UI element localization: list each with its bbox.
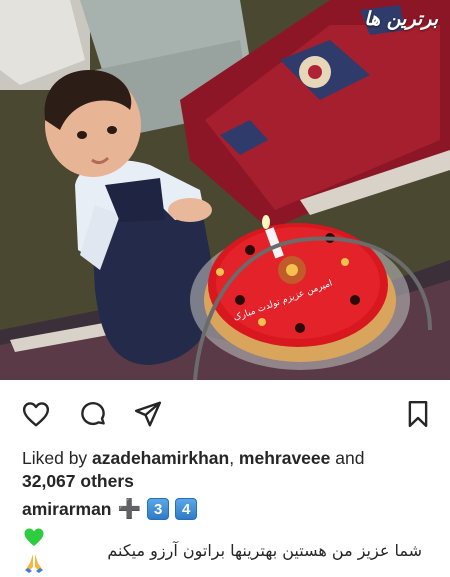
likes-others-count[interactable]: 32,067 others	[22, 471, 134, 491]
comment-button[interactable]	[75, 396, 111, 432]
photo-illustration	[0, 0, 450, 380]
like-button[interactable]	[18, 396, 54, 432]
comment-bubble-icon	[81, 401, 105, 426]
liker-username-2[interactable]: mehraveee	[239, 448, 330, 468]
heart-outline-icon	[22, 402, 50, 427]
likes-prefix: Liked by	[22, 448, 93, 468]
praying-hands-icon	[25, 554, 43, 573]
likes-separator: ,	[229, 448, 239, 468]
keycap-digit-icon: 4	[175, 498, 198, 520]
caption-header: amirarman ➕ 3 4	[22, 497, 198, 521]
keycap-digit-icon: 3	[147, 498, 170, 520]
post-photo[interactable]: برترین ها امیرمن عزیزم تولدت مبارک	[0, 0, 450, 380]
likes-summary: Liked by azadehamirkhan, mehraveee and 3…	[22, 447, 432, 493]
caption-text: شما عزیز من هستین بهترینها براتون آرزو م…	[107, 540, 422, 560]
caption-emojis	[22, 525, 46, 575]
bookmark-icon	[408, 400, 428, 428]
paper-plane-icon	[134, 401, 162, 427]
likes-joiner: and	[330, 448, 365, 468]
caption-username[interactable]: amirarman	[22, 499, 112, 520]
plus-icon: ➕	[117, 499, 142, 520]
share-button[interactable]	[130, 396, 166, 432]
caption-body: شما عزیز من هستین بهترینها براتون آرزو م…	[22, 525, 422, 575]
watermark-logo: برترین ها	[364, 8, 438, 30]
action-bar	[0, 392, 450, 436]
liker-username-1[interactable]: azadehamirkhan	[92, 448, 229, 468]
save-button[interactable]	[400, 396, 436, 432]
green-heart-icon	[24, 528, 44, 546]
